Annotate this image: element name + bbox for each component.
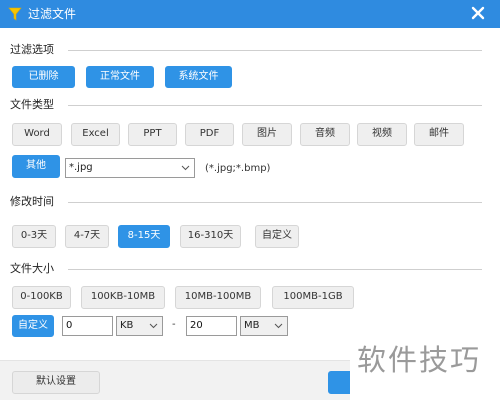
type-image-button[interactable]: 图片 — [242, 123, 292, 146]
type-word-button[interactable]: Word — [12, 123, 62, 146]
normal-files-button[interactable]: 正常文件 — [86, 66, 154, 88]
size-100kb-10mb-button[interactable]: 100KB-10MB — [81, 286, 165, 309]
title-bar: 过滤文件 — [0, 0, 500, 28]
chevron-down-icon — [181, 165, 190, 171]
other-extension-hint: (*.jpg;*.bmp) — [205, 163, 271, 174]
chevron-down-icon — [274, 323, 283, 329]
size-range-separator: - — [172, 319, 176, 330]
type-email-button[interactable]: 邮件 — [414, 123, 464, 146]
size-max-input[interactable]: 20 — [186, 316, 237, 336]
other-extension-select[interactable]: *.jpg — [65, 158, 195, 178]
system-files-button[interactable]: 系统文件 — [165, 66, 232, 88]
size-min-unit-select[interactable]: KB — [116, 316, 163, 336]
time-custom-button[interactable]: 自定义 — [255, 225, 299, 248]
time-0-3-days-button[interactable]: 0-3天 — [12, 225, 56, 248]
default-settings-button[interactable]: 默认设置 — [12, 371, 100, 394]
type-ppt-button[interactable]: PPT — [128, 123, 177, 146]
time-8-15-days-button[interactable]: 8-15天 — [118, 225, 170, 248]
size-10mb-100mb-button[interactable]: 10MB-100MB — [175, 286, 261, 309]
time-4-7-days-button[interactable]: 4-7天 — [65, 225, 109, 248]
other-extension-value: *.jpg — [69, 162, 93, 173]
size-custom-button[interactable]: 自定义 — [12, 315, 54, 337]
chevron-down-icon — [149, 323, 158, 329]
size-100mb-1gb-button[interactable]: 100MB-1GB — [272, 286, 354, 309]
size-max-unit-select[interactable]: MB — [240, 316, 288, 336]
section-file-size-heading: 文件大小 — [10, 262, 54, 275]
size-max-unit-value: MB — [244, 320, 260, 331]
section-divider — [68, 105, 482, 106]
type-pdf-button[interactable]: PDF — [185, 123, 234, 146]
window-title: 过滤文件 — [28, 7, 77, 21]
type-video-button[interactable]: 视频 — [357, 123, 407, 146]
section-modified-time-heading: 修改时间 — [10, 195, 54, 208]
funnel-icon — [8, 7, 22, 21]
section-filter-options-heading: 过滤选项 — [10, 43, 54, 56]
type-excel-button[interactable]: Excel — [71, 123, 120, 146]
type-other-button[interactable]: 其他 — [12, 155, 60, 178]
section-divider — [68, 269, 482, 270]
size-0-100kb-button[interactable]: 0-100KB — [12, 286, 71, 309]
section-divider — [68, 202, 482, 203]
size-min-input[interactable]: 0 — [62, 316, 113, 336]
type-audio-button[interactable]: 音频 — [300, 123, 350, 146]
time-16-310-days-button[interactable]: 16-310天 — [180, 225, 241, 248]
section-divider — [68, 50, 482, 51]
watermark-text: 软件技巧 — [357, 343, 482, 377]
section-file-type-heading: 文件类型 — [10, 98, 54, 111]
close-icon[interactable] — [470, 5, 486, 21]
deleted-files-button[interactable]: 已删除 — [12, 66, 75, 88]
size-min-unit-value: KB — [120, 320, 134, 331]
